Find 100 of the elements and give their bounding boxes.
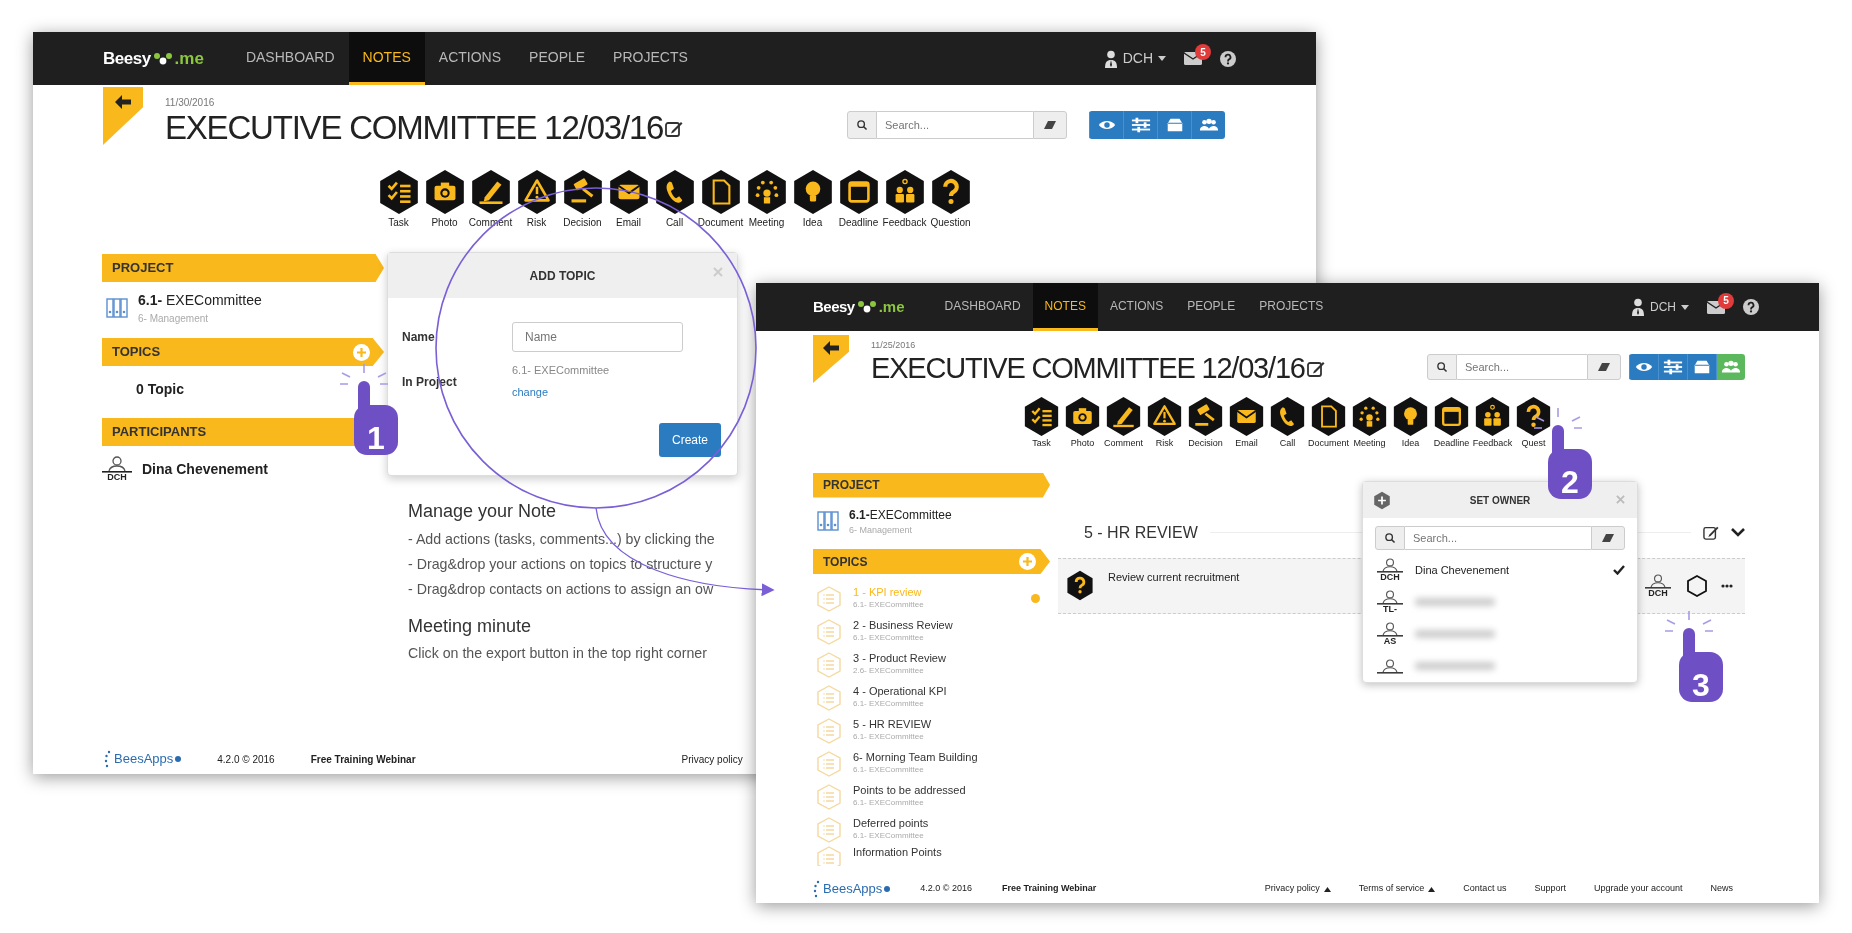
user-menu[interactable]: DCH [1631,298,1689,316]
action-type-button[interactable]: Photo [422,169,467,230]
footer-link[interactable]: Contact us [1463,882,1507,896]
search-field[interactable]: Search... [1457,354,1587,380]
nav-link[interactable]: PROJECTS [1247,283,1336,331]
footer-link[interactable]: Upgrade your account [1593,882,1683,896]
action-type-button[interactable]: Feedback [1473,396,1512,451]
nav-link[interactable]: DASHBOARD [231,32,349,85]
nav-link[interactable]: DASHBOARD [932,283,1033,331]
action-type-button[interactable]: Email [1227,396,1266,451]
topic-item[interactable]: 2 - Business Review 6.1- EXECommittee [813,615,1050,648]
topic-item[interactable]: 6- Morning Team Building 6.1- EXECommittee [813,747,1050,780]
action-type-button[interactable]: Document [698,169,743,230]
logo-text: .me [174,47,204,70]
search-field[interactable]: Search... [877,111,1033,139]
person-icon [1377,590,1403,605]
action-type-button[interactable]: Idea [1391,396,1430,451]
view-button[interactable] [1716,354,1745,380]
add-icon[interactable] [1373,491,1391,510]
action-type-button[interactable]: Risk [514,169,559,230]
view-button[interactable] [1658,354,1687,380]
action-type-button[interactable]: Document [1309,396,1348,451]
person-row[interactable]: DCH Dina Chevenement [1363,554,1637,586]
more-icon[interactable] [1721,583,1733,588]
person-row[interactable]: TL- [1363,586,1637,618]
action-type-button[interactable]: Deadline [836,169,881,230]
search-field[interactable]: Search... [1405,526,1591,550]
nav-link[interactable]: NOTES [1032,283,1098,331]
checklist-icon [1023,396,1060,437]
view-button[interactable] [1191,111,1225,139]
help-icon[interactable] [1743,299,1759,315]
pencil-icon [469,169,512,215]
action-type-button[interactable]: Meeting [1350,396,1389,451]
topic-title: Information Points [853,846,942,860]
name-field[interactable]: Name [512,322,683,352]
nav-link[interactable]: ACTIONS [424,32,516,85]
topic-title: 2 - Business Review [853,618,953,633]
footer-link[interactable]: News [1710,882,1733,896]
list-icon [817,585,841,612]
action-type-button[interactable]: Photo [1063,396,1102,451]
nav-link[interactable]: PEOPLE [1175,283,1248,331]
nav-link[interactable]: PEOPLE [515,32,600,85]
view-button[interactable] [1687,354,1716,380]
clear-button[interactable] [1587,354,1621,380]
footer-link[interactable]: Privacy policy [1264,882,1331,896]
action-type-button[interactable]: Decision [1186,396,1225,451]
action-type-button[interactable]: Idea [790,169,835,230]
view-button[interactable] [1157,111,1191,139]
view-button[interactable] [1123,111,1157,139]
nav-link[interactable]: ACTIONS [1097,283,1176,331]
lightbulb-icon [791,169,834,215]
user-menu[interactable]: DCH [1103,48,1166,69]
footer-link[interactable]: Free Training Webinar [1001,882,1097,896]
topic-item[interactable]: 4 - Operational KPI 6.1- EXECommittee [813,681,1050,714]
action-type-button[interactable]: Meeting [744,169,789,230]
action-type-button[interactable]: Comment [1104,396,1143,451]
view-button[interactable] [1629,354,1658,380]
tap-hand-icon [339,363,398,455]
edit-icon[interactable] [1306,359,1325,377]
footer-link[interactable]: Support [1534,882,1566,896]
action-type-button[interactable]: Call [652,169,697,230]
question-icon [1066,570,1094,601]
change-link[interactable]: change [512,385,549,398]
nav-link[interactable]: PROJECTS [599,32,702,85]
notification-badge: 5 [1195,44,1211,60]
clear-button[interactable] [1033,111,1067,139]
user-icon [1631,298,1645,316]
help-text: - Drag&drop contacts on actions to assign an ow [408,579,715,599]
logo-text: .me [878,296,905,317]
help-icon[interactable] [1220,50,1236,67]
create-button[interactable]: Create [658,423,721,457]
footer-link[interactable]: Privacy policy [681,751,743,767]
view-button[interactable] [1089,111,1123,139]
topic-item[interactable]: 3 - Product Review 2.6- EXECommittee [813,648,1050,681]
action-type-button[interactable]: Risk [1145,396,1184,451]
footer-link[interactable]: Free Training Webinar [310,751,416,767]
action-type-button[interactable]: Email [606,169,651,230]
topic-item[interactable]: Points to be addressed 6.1- EXECommittee [813,780,1050,813]
action-type-button[interactable]: Decision [560,169,605,230]
tap-hand-icon [1664,610,1723,702]
footer-link[interactable]: Terms of service [1358,882,1436,896]
action-type-button[interactable]: Quest [1514,396,1553,451]
topic-item[interactable]: 5 - HR REVIEW 6.1- EXECommittee [813,714,1050,747]
action-type-button[interactable]: Call [1268,396,1307,451]
action-type-button[interactable]: Task [1022,396,1061,451]
topic-item[interactable]: Deferred points 6.1- EXECommittee [813,813,1050,846]
action-type-button[interactable]: Feedback [882,169,927,230]
action-type-button[interactable]: Question [928,169,973,230]
edit-icon[interactable] [665,119,684,137]
topic-item[interactable]: Information Points [813,846,1050,866]
camera-icon [1064,396,1101,437]
chevron-down-icon[interactable] [1731,528,1745,537]
action-type-button[interactable]: Deadline [1432,396,1471,451]
person-row[interactable]: AS [1363,618,1637,650]
edit-icon[interactable] [1703,525,1719,540]
action-type-button[interactable]: Task [376,169,421,230]
hexagon-icon[interactable] [1687,574,1707,597]
clear-button[interactable] [1591,526,1625,550]
nav-link[interactable]: NOTES [348,32,425,85]
version-text: 4.2.0 © 2016 [920,882,972,896]
